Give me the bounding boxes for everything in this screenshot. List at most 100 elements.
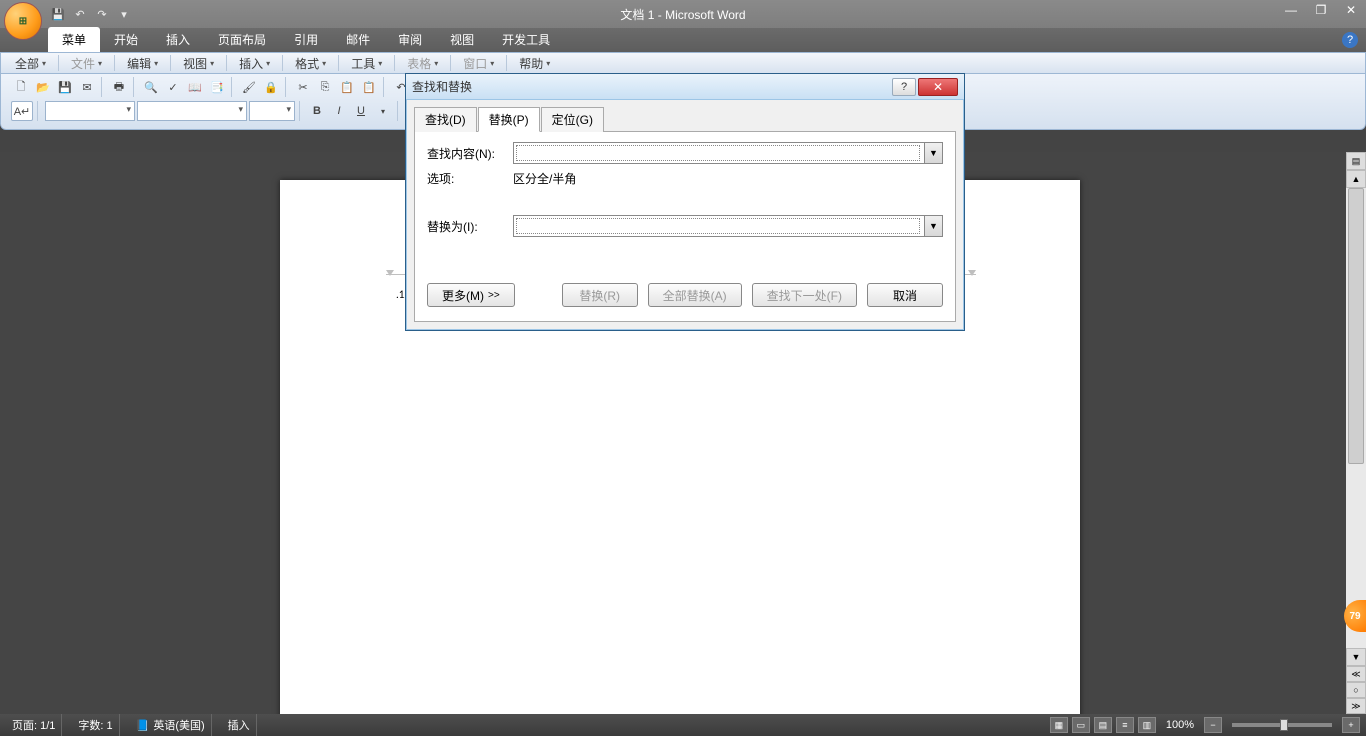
menu-format[interactable]: 格式▾ [287,53,334,74]
find-input[interactable]: ▼ [513,142,943,164]
permission-icon[interactable]: 🔒 [261,77,281,97]
office-button[interactable]: ⊞ [4,2,42,40]
zoom-knob[interactable] [1280,719,1288,731]
style-indicator[interactable]: A↵ [11,101,33,121]
format-painter-icon[interactable]: 🖌 [239,77,259,97]
underline-more-icon[interactable]: ▾ [373,101,393,121]
minimize-button[interactable]: — [1276,0,1306,20]
ribbon-tab-references[interactable]: 引用 [280,27,332,52]
ribbon-tabs: 菜单 开始 插入 页面布局 引用 邮件 审阅 视图 开发工具 ? [0,28,1366,52]
scroll-down-icon[interactable]: ▼ [1346,648,1366,666]
more-button[interactable]: 更多(M)>> [427,283,515,307]
open-icon[interactable]: 📂 [33,77,53,97]
status-language[interactable]: 📘英语(美国) [130,714,212,736]
options-value: 区分全/半角 [513,170,576,187]
replace-input-field[interactable] [514,216,922,236]
research-icon[interactable]: 📖 [185,77,205,97]
ribbon-tab-insert[interactable]: 插入 [152,27,204,52]
menu-table[interactable]: 表格▾ [399,53,446,74]
ribbon-tab-mailings[interactable]: 邮件 [332,27,384,52]
ribbon-tab-developer[interactable]: 开发工具 [488,27,564,52]
save-icon[interactable]: 💾 [55,77,75,97]
style-combo[interactable] [45,101,135,121]
thesaurus-icon[interactable]: 📑 [207,77,227,97]
book-icon: 📘 [136,719,150,732]
view-outline-icon[interactable]: ≡ [1116,717,1134,733]
ribbon-tab-layout[interactable]: 页面布局 [204,27,280,52]
copy-icon[interactable]: ⎘ [315,77,335,97]
underline-button[interactable]: U [351,101,371,121]
ribbon-tab-menu[interactable]: 菜单 [48,27,100,52]
ruler-toggle-icon[interactable]: ▤ [1346,152,1366,170]
undo-icon[interactable]: ↶ [72,6,88,22]
help-icon[interactable]: ? [1342,32,1358,48]
dialog-body: 查找内容(N): ▼ 选项: 区分全/半角 替换为(I): ▼ 更多(M)>> … [414,131,956,322]
view-fullscreen-icon[interactable]: ▭ [1072,717,1090,733]
menu-edit[interactable]: 编辑▾ [119,53,166,74]
dialog-title: 查找和替换 [412,78,472,95]
menu-tools[interactable]: 工具▾ [343,53,390,74]
window-title: 文档 1 - Microsoft Word [620,6,745,23]
find-dropdown-icon[interactable]: ▼ [924,143,942,163]
print-icon[interactable]: 🖶 [109,77,129,97]
scroll-track[interactable] [1346,188,1366,648]
font-combo[interactable] [137,101,247,121]
italic-button[interactable]: I [329,101,349,121]
dialog-title-bar[interactable]: 查找和替换 ? ✕ [406,74,964,100]
spellcheck-icon[interactable]: ✓ [163,77,183,97]
ribbon-tab-view[interactable]: 视图 [436,27,488,52]
maximize-button[interactable]: ❐ [1306,0,1336,20]
dialog-tabs: 查找(D) 替换(P) 定位(G) [406,100,964,131]
find-input-field[interactable] [514,143,922,163]
new-icon[interactable]: 🗋 [11,77,31,97]
ribbon-tab-review[interactable]: 审阅 [384,27,436,52]
find-next-button[interactable]: 查找下一处(F) [752,283,857,307]
next-page-icon[interactable]: ≫ [1346,698,1366,714]
status-words[interactable]: 字数: 1 [72,714,119,736]
view-draft-icon[interactable]: ▥ [1138,717,1156,733]
prev-page-icon[interactable]: ≪ [1346,666,1366,682]
mail-icon[interactable]: ✉ [77,77,97,97]
tab-find[interactable]: 查找(D) [414,107,477,132]
replace-button[interactable]: 替换(R) [562,283,638,307]
replace-input[interactable]: ▼ [513,215,943,237]
menu-insert[interactable]: 插入▾ [231,53,278,74]
replace-dropdown-icon[interactable]: ▼ [924,216,942,236]
menu-view[interactable]: 视图▾ [175,53,222,74]
ribbon-tab-home[interactable]: 开始 [100,27,152,52]
scroll-thumb[interactable] [1348,188,1364,464]
menu-help[interactable]: 帮助▾ [511,53,558,74]
replace-all-button[interactable]: 全部替换(A) [648,283,742,307]
save-icon[interactable]: 💾 [50,6,66,22]
dialog-close-button[interactable]: ✕ [918,78,958,96]
paste-icon[interactable]: 📋 [337,77,357,97]
menu-all[interactable]: 全部▾ [7,53,54,74]
cancel-button[interactable]: 取消 [867,283,943,307]
size-combo[interactable] [249,101,295,121]
menu-file[interactable]: 文件▾ [63,53,110,74]
cut-icon[interactable]: ✂ [293,77,313,97]
close-button[interactable]: ✕ [1336,0,1366,20]
find-replace-dialog: 查找和替换 ? ✕ 查找(D) 替换(P) 定位(G) 查找内容(N): ▼ 选… [405,73,965,331]
paste-special-icon[interactable]: 📋 [359,77,379,97]
redo-icon[interactable]: ↷ [94,6,110,22]
status-page[interactable]: 页面: 1/1 [6,714,62,736]
bold-button[interactable]: B [307,101,327,121]
dialog-help-button[interactable]: ? [892,78,916,96]
preview-icon[interactable]: 🔍 [141,77,161,97]
zoom-in-icon[interactable]: + [1342,717,1360,733]
zoom-slider[interactable] [1232,723,1332,727]
menu-window[interactable]: 窗口▾ [455,53,502,74]
view-web-icon[interactable]: ▤ [1094,717,1112,733]
status-mode[interactable]: 插入 [222,714,257,736]
zoom-out-icon[interactable]: − [1204,717,1222,733]
tab-replace[interactable]: 替换(P) [478,107,540,132]
title-bar: ⊞ 💾 ↶ ↷ ▾ 文档 1 - Microsoft Word — ❐ ✕ [0,0,1366,28]
tab-goto[interactable]: 定位(G) [541,107,604,132]
browse-object-icon[interactable]: ○ [1346,682,1366,698]
replace-label: 替换为(I): [427,218,505,235]
qat-more-icon[interactable]: ▾ [116,6,132,22]
zoom-level[interactable]: 100% [1166,719,1194,731]
scroll-up-icon[interactable]: ▲ [1346,170,1366,188]
view-print-layout-icon[interactable]: ▦ [1050,717,1068,733]
